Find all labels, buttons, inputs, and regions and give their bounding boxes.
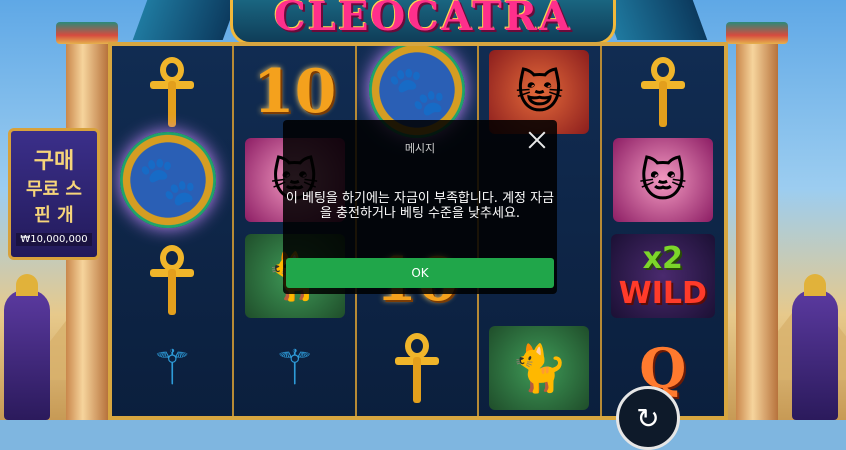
buy-label-line2: 무료 스	[26, 178, 82, 200]
ankh-symbol	[118, 48, 226, 136]
dialog-message: 이 베팅을 하기에는 자금이 부족합니다. 계정 자금을 충전하거나 베팅 수준…	[285, 191, 555, 221]
dialog-title: 메시지	[404, 142, 436, 155]
crook-flail-symbol: ⚚	[150, 340, 194, 396]
right-pillar	[726, 22, 788, 420]
buy-free-spins-button[interactable]: 구매 무료 스 핀 개 ₩10,000,000	[8, 128, 100, 260]
cleocatra-symbol: 🐱	[608, 136, 718, 224]
spin-icon: ↻	[636, 401, 660, 435]
message-dialog: 메시지 이 베팅을 하기에는 자금이 부족합니다. 계정 자금을 충전하거나 베…	[283, 120, 557, 294]
ankh-symbol	[118, 236, 226, 324]
spin-button[interactable]: ↻	[616, 386, 680, 450]
close-icon[interactable]	[525, 128, 549, 152]
anubis-statue-left	[4, 274, 50, 420]
reel-1: 🐾 ⚚	[112, 46, 235, 416]
wild-multiplier: x2	[642, 241, 683, 276]
ok-button[interactable]: OK	[286, 258, 554, 288]
paw-coin-symbol: 🐾	[112, 132, 226, 228]
sphynx-cat-symbol: 🐈	[485, 324, 593, 412]
game-logo: CLEOCATRA	[230, 0, 616, 45]
ankh-symbol	[363, 324, 471, 412]
ankh-symbol	[608, 48, 718, 136]
game-title: CLEOCATRA	[273, 0, 573, 40]
buy-label-line1: 구매	[33, 148, 75, 174]
reel-5: 🐱 x2 WILD Q	[601, 46, 724, 416]
wild-x2-symbol: x2 WILD	[608, 232, 718, 320]
crook-flail-symbol: ⚚	[273, 340, 317, 396]
anubis-statue-right	[792, 274, 838, 420]
right-wing	[602, 0, 708, 40]
buy-label-line3: 핀 개	[34, 204, 74, 226]
left-wing	[132, 0, 238, 40]
buy-price: ₩10,000,000	[16, 232, 92, 246]
wild-label: WILD	[618, 276, 707, 311]
